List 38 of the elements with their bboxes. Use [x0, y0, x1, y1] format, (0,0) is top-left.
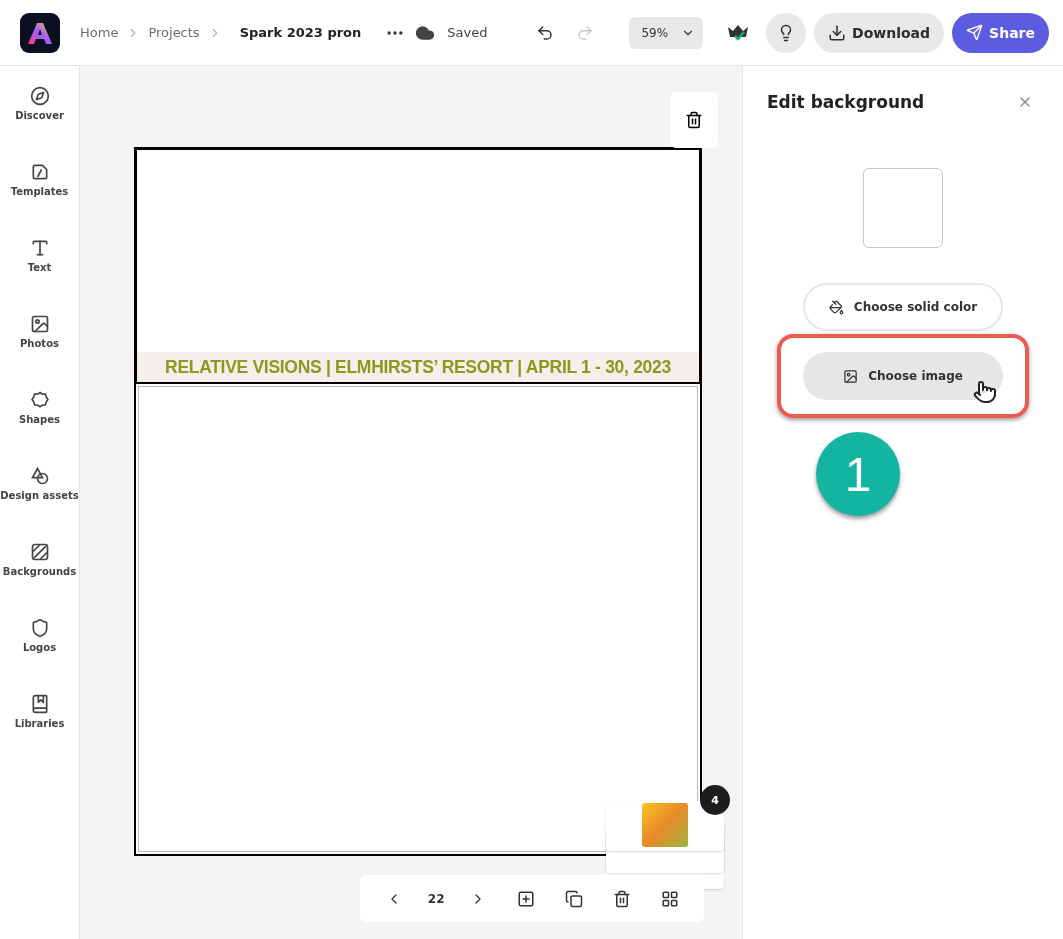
sidebar-item[interactable]: Libraries	[0, 694, 79, 770]
breadcrumb-link[interactable]: Projects	[148, 25, 200, 40]
send-icon	[966, 24, 984, 41]
app-logo-icon[interactable]	[20, 12, 60, 53]
download-button[interactable]: Download	[814, 12, 945, 53]
sidebar-item[interactable]: Text	[0, 238, 79, 314]
sidebar-item[interactable]: Shapes	[0, 390, 79, 466]
trash-icon	[685, 111, 703, 129]
share-button[interactable]: Share	[952, 12, 1049, 53]
panel-button[interactable]: Choose image	[803, 352, 1003, 400]
download-icon	[828, 23, 847, 42]
page-count-badge: 4	[700, 785, 730, 815]
sidebar-item[interactable]: Design assets	[0, 466, 79, 542]
step-badge: 1	[816, 432, 900, 516]
save-status: Saved	[447, 25, 488, 40]
image-icon	[843, 368, 859, 384]
shape-icon	[29, 390, 50, 410]
sidebar-item[interactable]: Discover	[0, 86, 79, 162]
paint-bucket-icon	[828, 299, 844, 315]
banner-text: RELATIVE VISIONS | ELMHIRSTS’ RESORT | APRIL 1 - 30, 2023	[137, 352, 699, 382]
page-thumbnail	[642, 803, 688, 847]
image-icon	[29, 314, 50, 334]
delete-button[interactable]	[670, 92, 718, 148]
panel-button[interactable]: Choose solid color	[803, 283, 1003, 331]
zoom-dropdown[interactable]: 59%	[629, 16, 704, 49]
breadcrumb-link[interactable]: Home	[80, 25, 119, 40]
color-swatch[interactable]	[863, 168, 943, 248]
page-number: 22	[427, 891, 445, 906]
hand-cursor-icon	[973, 380, 997, 404]
panel-title: Edit background	[767, 92, 925, 112]
sidebar-item[interactable]: Backgrounds	[0, 542, 79, 618]
triangle-circle-icon	[29, 466, 50, 486]
document-title[interactable]: Spark 2023 pron	[239, 25, 362, 40]
compass-icon	[29, 86, 50, 106]
sidebar-item[interactable]: Logos	[0, 618, 79, 694]
sidebar-item[interactable]: Templates	[0, 162, 79, 238]
striped-square-icon	[29, 542, 50, 562]
sidebar-item[interactable]: Photos	[0, 314, 79, 390]
